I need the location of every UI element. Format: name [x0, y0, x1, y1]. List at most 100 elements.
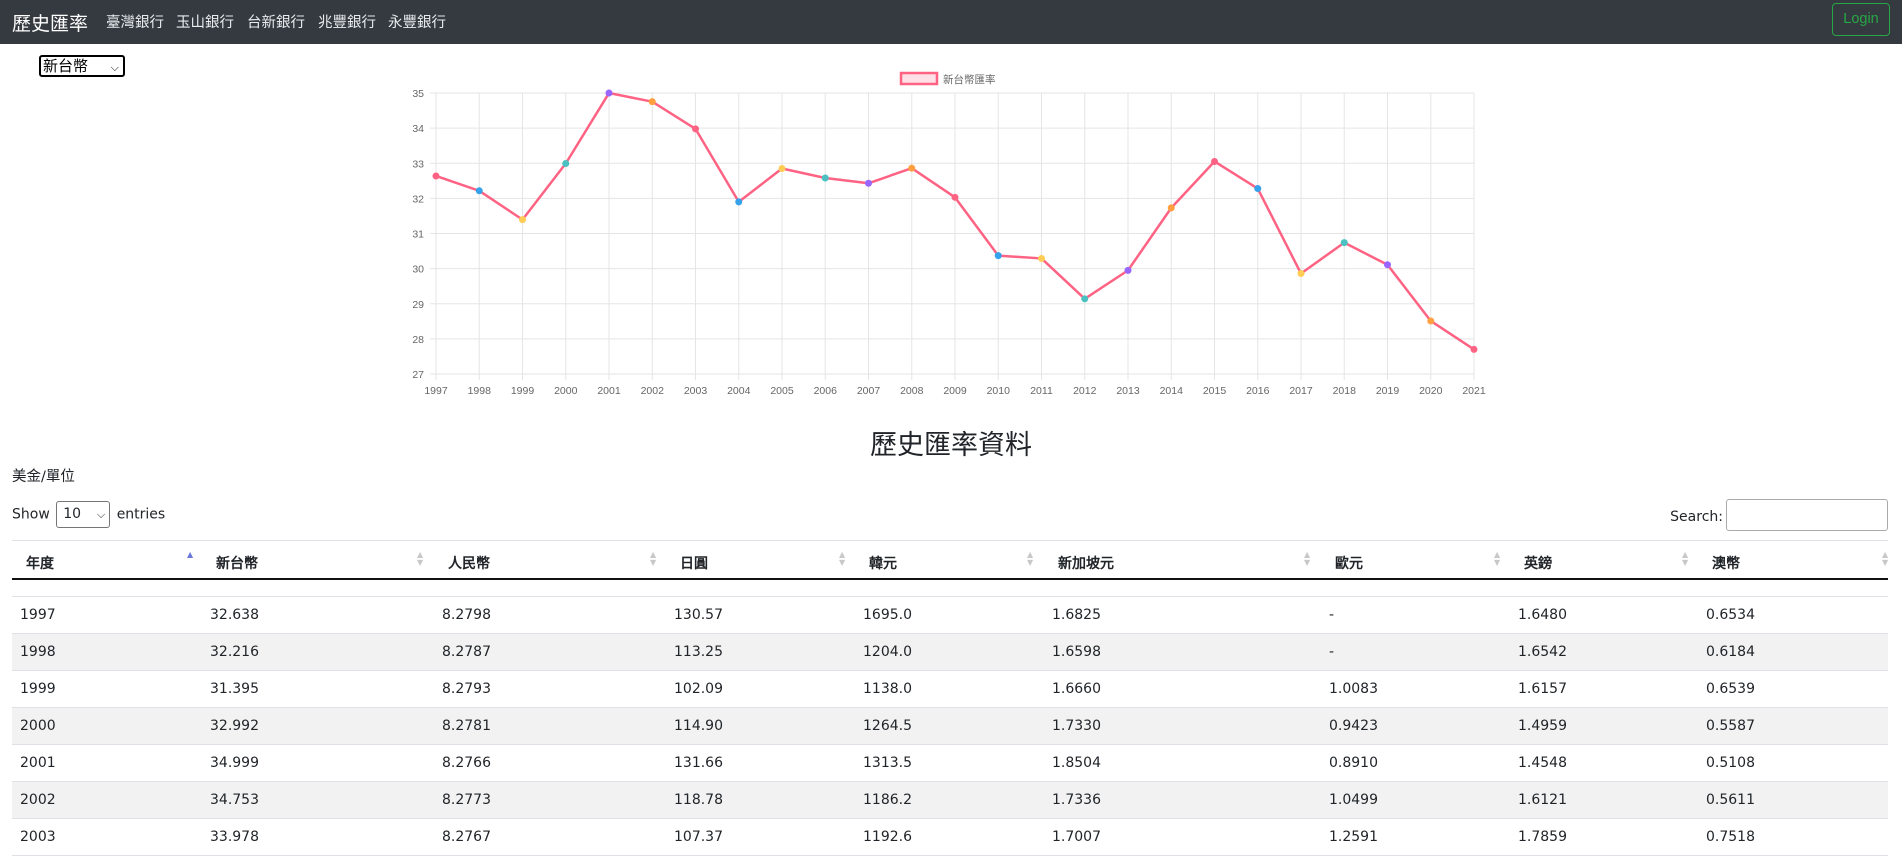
x-tick-label: 2003 [684, 385, 708, 397]
x-tick-label: 2015 [1203, 385, 1227, 397]
data-point[interactable] [1254, 185, 1262, 193]
y-tick-label: 28 [412, 334, 424, 346]
cell-sgd: 1.7007 [1052, 829, 1101, 845]
x-tick-label: 2019 [1376, 385, 1400, 397]
cell-jpy: 113.25 [674, 644, 723, 660]
data-point[interactable] [821, 174, 829, 182]
column-header-krw[interactable]: 韓元 [869, 553, 897, 573]
cell-gbp: 1.6542 [1518, 644, 1567, 660]
cell-eur: 1.0499 [1329, 792, 1378, 808]
cell-krw: 1192.6 [863, 829, 912, 845]
entries-select[interactable]: 10 ⌵ [56, 501, 111, 528]
data-point[interactable] [692, 125, 699, 133]
cell-krw: 1204.0 [863, 644, 912, 660]
cell-year: 1997 [20, 607, 56, 623]
data-point[interactable] [1167, 204, 1175, 212]
table-row: 1999 31.395 8.2793 102.09 1138.0 1.6660 1.0083… [12, 671, 1888, 708]
column-header-eur[interactable]: 歐元 [1335, 553, 1363, 573]
show-label: Show [12, 506, 50, 523]
data-point[interactable] [1124, 266, 1132, 274]
cell-gbp: 1.6480 [1518, 607, 1567, 623]
y-tick-label: 32 [412, 193, 424, 205]
sort-both-icon: ▲ ▼ [839, 550, 846, 567]
data-point[interactable] [1384, 261, 1391, 269]
cell-jpy: 131.66 [674, 755, 723, 771]
cell-aud: 0.7518 [1706, 829, 1755, 845]
data-point[interactable] [1427, 317, 1435, 325]
x-tick-label: 2007 [857, 385, 881, 397]
cell-cny: 8.2781 [442, 718, 491, 734]
column-header-sgd[interactable]: 新加坡元 [1058, 553, 1114, 573]
cell-eur: 0.8910 [1329, 755, 1378, 771]
cell-sgd: 1.6598 [1052, 644, 1101, 660]
data-point[interactable] [1038, 254, 1045, 262]
cell-jpy: 107.37 [674, 829, 723, 845]
data-point[interactable] [908, 164, 916, 172]
x-tick-label: 1997 [424, 385, 448, 397]
x-tick-label: 2006 [814, 385, 838, 397]
table-header-row: 年度 ▲ 新台幣 ▲ ▼ 人民幣 ▲ ▼ 日圓 ▲ ▼ 韓元 ▲ ▼ 新加坡元 ▲ ▼ 歐元 ▲ ▼ 英鎊 ▲ ▼ 澳幣 ▲ ▼ [12, 540, 1888, 580]
cell-aud: 0.6539 [1706, 681, 1755, 697]
data-point[interactable] [519, 216, 526, 224]
data-point[interactable] [865, 179, 872, 187]
data-point[interactable] [951, 193, 959, 201]
x-tick-label: 2000 [554, 385, 578, 397]
y-tick-label: 27 [412, 369, 424, 381]
exchange-rate-table: 年度 ▲ 新台幣 ▲ ▼ 人民幣 ▲ ▼ 日圓 ▲ ▼ 韓元 ▲ ▼ 新加坡元 ▲ ▼ 歐元 ▲ ▼ 英鎊 ▲ ▼ 澳幣 ▲ ▼ … [12, 540, 1888, 856]
cell-aud: 0.5108 [1706, 755, 1755, 771]
column-header-year[interactable]: 年度 [26, 553, 54, 573]
cell-eur: 1.0083 [1329, 681, 1378, 697]
legend-label[interactable]: 新台幣匯率 [943, 73, 996, 86]
column-header-gbp[interactable]: 英鎊 [1524, 553, 1552, 573]
data-point[interactable] [778, 165, 786, 173]
data-point[interactable] [1211, 157, 1218, 165]
x-tick-label: 2005 [770, 385, 794, 397]
table-row: 2000 32.992 8.2781 114.90 1264.5 1.7330 0.9423… [12, 708, 1888, 745]
x-tick-label: 2012 [1073, 385, 1097, 397]
data-point[interactable] [1340, 239, 1348, 247]
cell-krw: 1186.2 [863, 792, 912, 808]
column-header-cny[interactable]: 人民幣 [448, 553, 490, 573]
data-point[interactable] [605, 89, 613, 97]
cell-krw: 1313.5 [863, 755, 912, 771]
data-point[interactable] [1470, 345, 1478, 353]
sort-both-icon: ▲ ▼ [1304, 550, 1311, 567]
cell-krw: 1264.5 [863, 718, 912, 734]
cell-aud: 0.6534 [1706, 607, 1755, 623]
cell-cny: 8.2773 [442, 792, 491, 808]
data-point[interactable] [1297, 270, 1305, 278]
column-header-aud[interactable]: 澳幣 [1712, 553, 1740, 573]
x-tick-label: 2008 [900, 385, 924, 397]
search-input[interactable] [1726, 499, 1888, 531]
cell-cny: 8.2798 [442, 607, 491, 623]
column-header-twd[interactable]: 新台幣 [216, 553, 258, 573]
table-row: 2002 34.753 8.2773 118.78 1186.2 1.7336 1.0499… [12, 782, 1888, 819]
data-point[interactable] [994, 252, 1002, 260]
cell-year: 2002 [20, 792, 56, 808]
entries-label: entries [116, 506, 166, 523]
entries-select-value: 10 [63, 506, 82, 522]
x-tick-label: 1999 [511, 385, 535, 397]
cell-sgd: 1.6825 [1052, 607, 1101, 623]
data-point[interactable] [735, 198, 743, 206]
exchange-rate-line-chart: 27 28 29 30 31 32 33 34 35 1997 1998 1999 2000 2001 20… [412, 71, 1486, 397]
unit-label: 美金/單位 [12, 469, 75, 485]
table-row: 2003 33.978 8.2767 107.37 1192.6 1.7007 1.2591… [12, 819, 1888, 856]
cell-twd: 31.395 [210, 681, 259, 697]
cell-twd: 34.753 [210, 792, 259, 808]
cell-jpy: 102.09 [674, 681, 723, 697]
cell-eur: 1.2591 [1329, 829, 1378, 845]
column-header-jpy[interactable]: 日圓 [680, 553, 708, 573]
data-point[interactable] [1081, 295, 1089, 303]
table-body: 1997 32.638 8.2798 130.57 1695.0 1.6825 - 1.648… [12, 597, 1888, 856]
sort-both-icon: ▲ ▼ [417, 550, 424, 567]
x-tick-label: 2018 [1333, 385, 1357, 397]
data-point[interactable] [562, 160, 570, 168]
data-point[interactable] [475, 187, 483, 195]
x-tick-label: 2021 [1462, 385, 1486, 397]
data-point[interactable] [648, 98, 656, 106]
cell-year: 1998 [20, 644, 56, 660]
cell-gbp: 1.7859 [1518, 829, 1567, 845]
table-spacer-row [12, 580, 1888, 597]
data-point[interactable] [432, 172, 440, 180]
